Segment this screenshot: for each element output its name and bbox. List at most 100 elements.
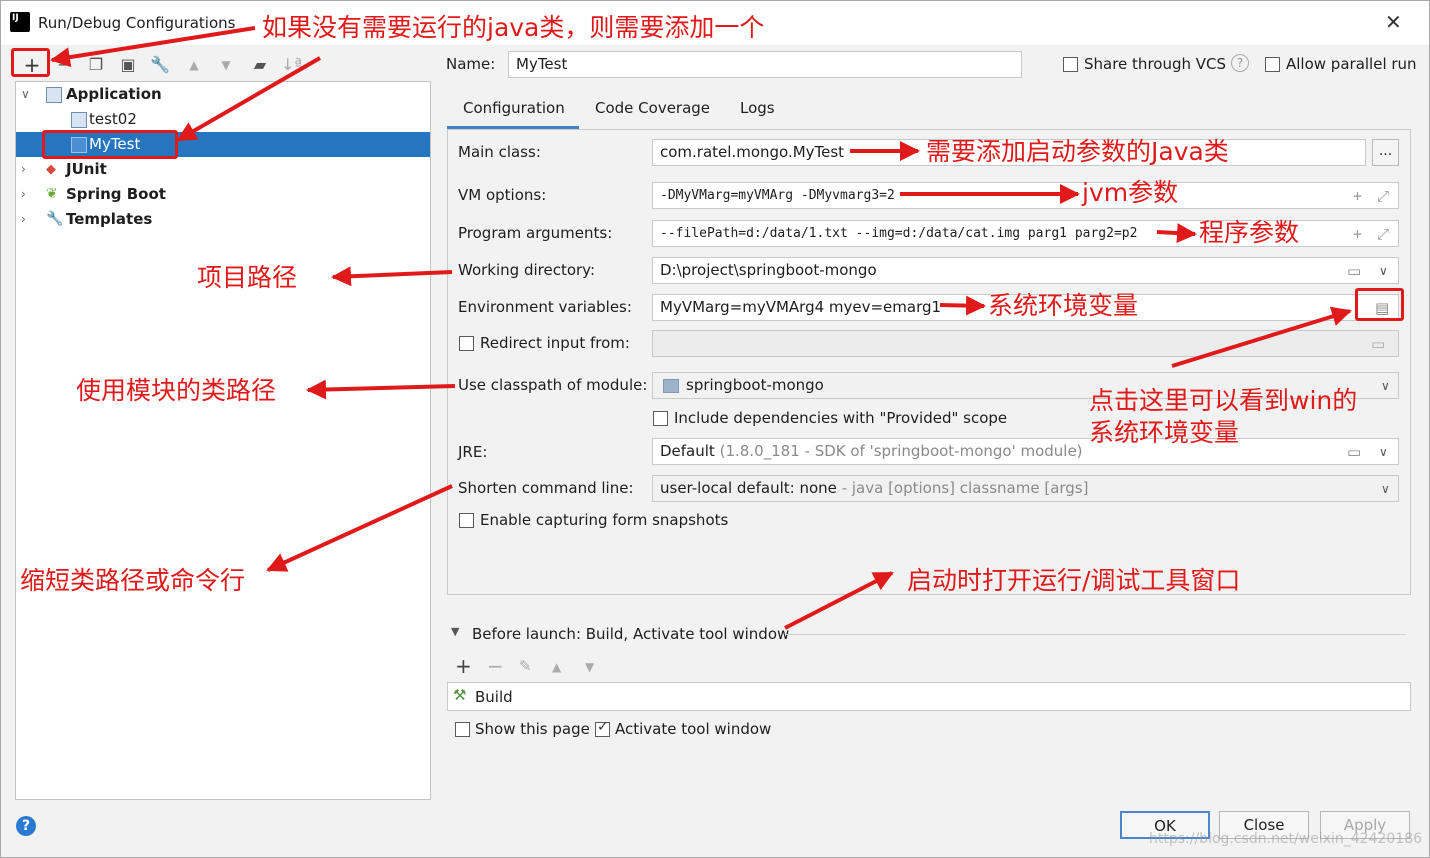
before-launch-task-list: ⚒ Build (447, 682, 1411, 711)
window-title: Run/Debug Configurations (38, 14, 236, 32)
chevron-down-icon[interactable]: ∨ (1379, 262, 1388, 280)
sort-icon[interactable]: ↓ª (281, 55, 302, 75)
chevron-right-icon[interactable]: › (21, 207, 26, 232)
name-label: Name: (446, 55, 496, 73)
working-directory-input[interactable]: D:\project\springboot-mongo ▭ ∨ (652, 257, 1399, 284)
shorten-command-line-value: user-local default: none (660, 479, 837, 497)
folder-add-icon[interactable]: ▰ (250, 55, 270, 75)
tab-bar: Configuration Code Coverage Logs (447, 93, 1411, 129)
move-down-icon[interactable]: ▼ (216, 55, 236, 75)
help-icon[interactable]: ? (1231, 54, 1249, 72)
vm-options-input[interactable]: -DMyVMarg=myVMArg -DMyvmarg3=2 + ⤢ (652, 182, 1399, 209)
annotation-shorten: 缩短类路径或命令行 (20, 566, 246, 595)
highlight-add-button (11, 48, 50, 77)
jre-select[interactable]: Default (1.8.0_181 - SDK of 'springboot-… (652, 438, 1399, 465)
build-task[interactable]: Build (475, 688, 513, 706)
expand-icon[interactable]: ⤢ (1377, 187, 1389, 205)
show-page-checkbox[interactable] (455, 722, 470, 737)
chevron-right-icon[interactable]: › (21, 182, 26, 207)
vm-options-label: VM options: (458, 186, 547, 204)
form-snapshots-label: Enable capturing form snapshots (480, 511, 729, 529)
add-task-icon[interactable]: + (455, 654, 472, 678)
tree-item-test02[interactable]: test02 (16, 107, 430, 132)
jre-detail: (1.8.0_181 - SDK of 'springboot-mongo' m… (719, 442, 1083, 460)
wrench-icon: 🔧 (46, 211, 64, 227)
folder-icon[interactable]: ▭ (1371, 335, 1385, 353)
move-up-icon[interactable]: ▲ (552, 660, 561, 674)
application-icon (71, 112, 87, 128)
annotation-program: 程序参数 (1199, 218, 1300, 247)
share-vcs-checkbox[interactable] (1063, 57, 1078, 72)
jre-value: Default (660, 442, 715, 460)
highlight-env-button (1355, 288, 1404, 321)
tab-code-coverage[interactable]: Code Coverage (595, 99, 710, 117)
folder-icon[interactable]: ▭ (1347, 443, 1361, 461)
tree-item-label: Spring Boot (66, 185, 166, 203)
annotation-activate: 启动时打开运行/调试工具窗口 (907, 566, 1241, 595)
browse-main-class-button[interactable]: ... (1372, 139, 1399, 166)
redirect-input-field[interactable]: ▭ (652, 330, 1399, 357)
chevron-down-icon[interactable]: ∨ (1381, 377, 1390, 395)
form-snapshots-checkbox[interactable] (459, 513, 474, 528)
activate-tool-window-checkbox[interactable] (595, 719, 610, 737)
hammer-icon: ⚒ (453, 686, 467, 704)
allow-parallel-checkbox[interactable] (1265, 57, 1280, 72)
help-button[interactable]: ? (16, 816, 36, 836)
chevron-down-icon[interactable]: ∨ (1381, 480, 1390, 498)
tree-item-application[interactable]: ∨ Application (16, 82, 430, 107)
chevron-down-icon[interactable]: ∨ (21, 82, 30, 107)
spring-boot-icon: ❦ (46, 186, 58, 202)
application-icon (46, 87, 62, 103)
allow-parallel-label: Allow parallel run (1286, 55, 1417, 73)
tree-item-label: test02 (89, 110, 137, 128)
shorten-command-line-select[interactable]: user-local default: none - java [options… (652, 475, 1399, 502)
environment-variables-value: MyVMarg=myVMArg4 myev=emarg1 (660, 298, 942, 316)
wrench-icon[interactable]: 🔧 (150, 55, 170, 75)
program-arguments-value: --filePath=d:/data/1.txt --img=d:/data/c… (660, 226, 1138, 241)
plus-icon[interactable]: + (1353, 225, 1362, 243)
activate-tool-window-label: Activate tool window (615, 720, 772, 738)
before-launch-divider (786, 634, 1406, 635)
annotation-jvm: jvm参数 (1082, 178, 1179, 207)
tree-item-templates[interactable]: › 🔧 Templates (16, 207, 430, 232)
expand-icon[interactable]: ⤢ (1377, 225, 1389, 243)
copy-icon[interactable]: ❐ (86, 55, 106, 75)
close-icon[interactable]: ✕ (1385, 10, 1402, 34)
remove-task-icon[interactable]: − (487, 654, 504, 678)
move-down-icon[interactable]: ▼ (585, 660, 594, 674)
remove-icon[interactable]: − (54, 55, 74, 75)
before-launch-title: Before launch: Build, Activate tool wind… (472, 625, 790, 643)
working-directory-label: Working directory: (458, 261, 596, 279)
tree-item-spring-boot[interactable]: › ❦ Spring Boot (16, 182, 430, 207)
intellij-icon: IJ (8, 10, 32, 34)
annotation-workdir: 项目路径 (197, 263, 298, 292)
environment-variables-label: Environment variables: (458, 298, 632, 316)
classpath-module-value: springboot-mongo (686, 376, 824, 394)
folder-icon[interactable]: ▭ (1347, 262, 1361, 280)
chevron-right-icon[interactable]: › (21, 157, 26, 182)
chevron-down-icon[interactable]: ∨ (1379, 443, 1388, 461)
redirect-input-checkbox[interactable] (459, 336, 474, 351)
tab-logs[interactable]: Logs (740, 99, 775, 117)
include-dependencies-checkbox[interactable] (653, 411, 668, 426)
shorten-command-line-detail: - java [options] classname [args] (841, 479, 1089, 497)
highlight-mytest (42, 130, 178, 159)
main-class-label: Main class: (458, 143, 541, 161)
working-directory-value: D:\project\springboot-mongo (660, 261, 877, 279)
jre-label: JRE: (458, 443, 488, 461)
module-icon (663, 379, 679, 393)
edit-task-icon[interactable]: ✎ (519, 657, 532, 675)
name-input[interactable]: MyTest (508, 51, 1022, 78)
shorten-command-line-label: Shorten command line: (458, 479, 634, 497)
annotation-add-class: 如果没有需要运行的java类，则需要添加一个 (262, 13, 765, 42)
redirect-input-label: Redirect input from: (480, 334, 630, 352)
tab-configuration[interactable]: Configuration (463, 99, 565, 117)
move-up-icon[interactable]: ▲ (184, 55, 204, 75)
plus-icon[interactable]: + (1353, 187, 1362, 205)
tree-item-junit[interactable]: › ◆ JUnit (16, 157, 430, 182)
classpath-module-label: Use classpath of module: (458, 376, 648, 394)
collapse-icon[interactable]: ▼ (451, 625, 459, 638)
save-icon[interactable]: ▣ (118, 55, 138, 75)
vm-options-value: -DMyVMarg=myVMArg -DMyvmarg3=2 (660, 188, 895, 203)
annotation-click-here-2: 系统环境变量 (1089, 418, 1240, 447)
